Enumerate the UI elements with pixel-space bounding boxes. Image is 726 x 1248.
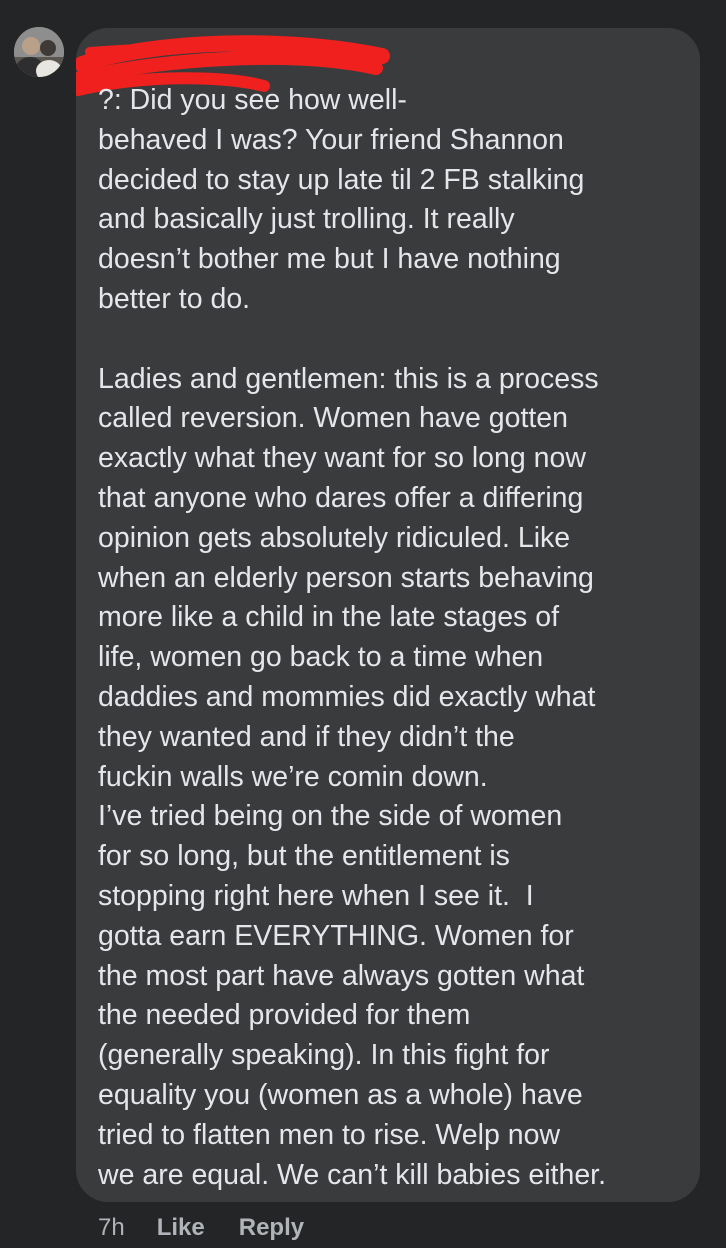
comment-body: ?: Did you see how well- behaved I was? … <box>98 84 607 1191</box>
comment-actions: 7h Like Reply <box>98 1213 338 1243</box>
reply-button[interactable]: Reply <box>239 1214 304 1242</box>
comment-bubble: M ?: Did you see how well- behaved I was… <box>76 28 700 1202</box>
comment-timestamp[interactable]: 7h <box>98 1214 125 1242</box>
commenter-avatar[interactable] <box>14 27 64 77</box>
like-button[interactable]: Like <box>157 1214 205 1242</box>
